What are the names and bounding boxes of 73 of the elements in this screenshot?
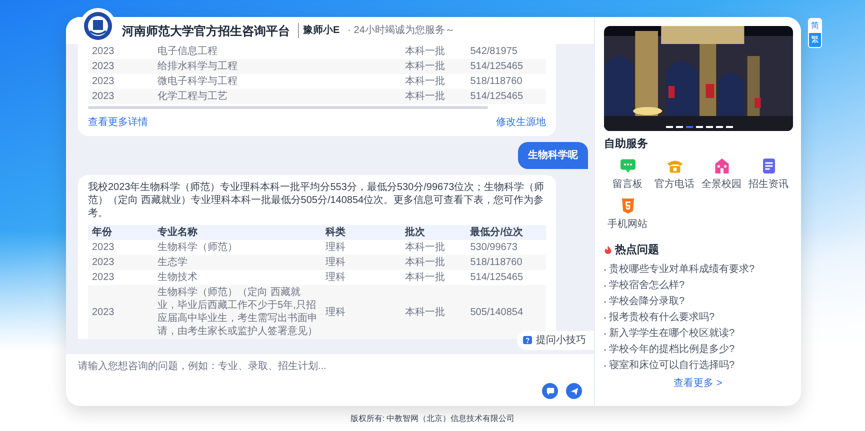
- table-cell: 理科: [322, 255, 401, 270]
- table-cell: 电子信息工程: [154, 44, 401, 59]
- hot-question-link[interactable]: 学校今年的提档比例是多少?: [609, 343, 735, 357]
- table-cell: 514/125465: [466, 59, 546, 74]
- assistant-name: 豫师小E: [298, 23, 340, 38]
- table-cell: 本科一批: [400, 44, 466, 59]
- table-cell: 化学工程与工艺: [154, 89, 401, 104]
- hot-question-link[interactable]: 寝室和床位可以自行选择吗?: [609, 359, 735, 373]
- table-cell: 本科一批: [400, 74, 466, 89]
- flame-icon: [604, 246, 612, 254]
- table-cell: 2023: [88, 44, 154, 59]
- table-cell: 2023: [88, 255, 154, 270]
- table-cell: 本科一批: [400, 240, 466, 255]
- service-item[interactable]: 手机网站: [604, 196, 651, 232]
- table-cell: 2023: [88, 240, 154, 255]
- question-icon: [523, 336, 532, 345]
- services-title: 自助服务: [604, 136, 649, 152]
- table-cell: 514/125465: [466, 270, 546, 285]
- table-cell: 本科一批: [400, 270, 466, 285]
- table-cell: 2023: [88, 285, 154, 339]
- table-cell: 理科: [322, 285, 401, 339]
- hot-question-link[interactable]: 学校宿舍怎么样?: [609, 279, 685, 293]
- table-cell: 542/81975: [466, 44, 546, 59]
- table-cell: 生物科学（师范）: [154, 240, 322, 255]
- edit-origin-link[interactable]: 修改生源地: [496, 115, 546, 130]
- chat-icon: [546, 386, 554, 396]
- table-cell: 518/118760: [466, 74, 546, 89]
- column-header: 年份: [88, 225, 154, 240]
- hot-title: 热点问题: [615, 242, 659, 258]
- table-cell: 514/125465: [466, 89, 546, 104]
- copyright-text: 版权所有: 中教智网（北京）信息技术有限公司: [349, 413, 516, 425]
- table-cell: 本科一批: [400, 89, 466, 104]
- service-item[interactable]: 招生资讯: [745, 156, 792, 192]
- table-cell: 2023: [88, 89, 154, 104]
- service-item[interactable]: 留言板: [604, 156, 651, 192]
- service-item[interactable]: 官方电话: [651, 156, 698, 192]
- column-header: 科类: [322, 225, 401, 240]
- see-more-link[interactable]: 查看更多 >: [674, 376, 722, 391]
- table-cell: 2023: [88, 74, 154, 89]
- table-cell: 本科一批: [400, 255, 466, 270]
- table-cell: 生态学: [154, 255, 322, 270]
- table-cell: 本科一批: [400, 285, 466, 339]
- chat-bubble-icon: [618, 156, 636, 174]
- details-link[interactable]: 查看更多详情: [88, 115, 148, 130]
- table-cell: 生物技术: [154, 270, 322, 285]
- building-icon: [712, 156, 730, 174]
- table-cell: 2023: [88, 59, 154, 74]
- hot-question-link[interactable]: 学校会降分录取?: [609, 295, 685, 309]
- header-slogan: · 24小时竭诚为您服务～: [348, 24, 455, 38]
- column-header: 最低分/位次: [466, 225, 546, 240]
- table-cell: 530/99673: [466, 240, 546, 255]
- question-input[interactable]: 请输入您想咨询的问题，例如：专业、录取、招生计划...: [78, 359, 582, 374]
- header-title: 河南师范大学官方招生咨询平台: [122, 22, 290, 40]
- user-message: 生物科学呢: [518, 142, 588, 169]
- table-cell: 本科一批: [400, 59, 466, 74]
- answer-text: 我校2023年生物科学（师范）专业理科本科一批平均分553分，最低分530分/99673位次；生物科学（师范）（定向 西藏就业）专业理科本科一批最低分505分/140854位次。更多信息可查看下表，您可作为参考。: [88, 181, 546, 220]
- hot-question-link[interactable]: 贵校哪些专业对单科成绩有要求?: [609, 263, 755, 277]
- table-cell: 理科: [322, 240, 401, 255]
- column-header: 专业名称: [154, 225, 322, 240]
- chat-bubble-button[interactable]: [542, 383, 558, 399]
- hot-question-link[interactable]: 新入学学生在哪个校区就读?: [609, 327, 735, 341]
- table-cell: 生物科学（师范）（定向 西藏就业，毕业后西藏工作不少于5年,只招应届高中毕业生，考生需写出书面申请，由考生家长或监护人签署意见）: [154, 285, 322, 339]
- table-cell: 518/118760: [466, 255, 546, 270]
- send-icon: [570, 386, 578, 396]
- table-cell: 理科: [322, 270, 401, 285]
- table-cell: 微电子科学与工程: [154, 74, 401, 89]
- hot-question-link[interactable]: 报考贵校有什么要求吗?: [609, 311, 715, 325]
- language-button[interactable]: 简: [809, 19, 821, 33]
- table-cell: 2023: [88, 270, 154, 285]
- table-cell: 给排水科学与工程: [154, 59, 401, 74]
- column-header: 批次: [400, 225, 466, 240]
- service-item[interactable]: 全景校园: [698, 156, 745, 192]
- send-button[interactable]: [566, 383, 582, 399]
